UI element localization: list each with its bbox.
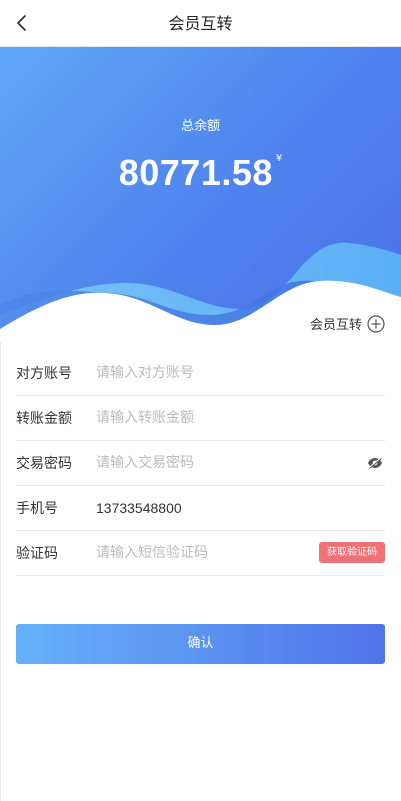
target-account-input[interactable] — [96, 362, 385, 384]
top-nav-bar: 会员互转 — [0, 0, 401, 47]
phone-label: 手机号 — [16, 501, 58, 517]
eye-hidden-icon[interactable] — [367, 457, 383, 469]
plus-circle-icon[interactable] — [367, 314, 385, 333]
trade-password-input[interactable] — [96, 452, 385, 474]
transfer-amount-label: 转账金额 — [16, 411, 72, 427]
row-transfer-amount: 转账金额 — [16, 396, 385, 441]
page-title: 会员互转 — [168, 14, 233, 33]
row-phone: 手机号 13733548800 — [16, 486, 385, 531]
balance-display: 80771.58 ¥ — [0, 151, 401, 195]
trade-password-label: 交易密码 — [16, 456, 72, 472]
total-balance-label: 总余额 — [180, 119, 220, 134]
phone-value: 13733548800 — [96, 500, 182, 516]
row-target-account: 对方账号 — [16, 351, 385, 396]
total-balance-amount: 80771.58 — [118, 152, 273, 193]
member-transfer-link[interactable]: 会员互转 — [310, 314, 385, 333]
balance-banner: 总余额 80771.58 ¥ — [0, 47, 401, 342]
currency-unit: ¥ — [275, 153, 283, 164]
target-account-label: 对方账号 — [16, 366, 72, 382]
verify-code-label: 验证码 — [16, 546, 58, 562]
member-transfer-label: 会员互转 — [309, 318, 362, 333]
row-trade-password: 交易密码 — [16, 441, 385, 486]
transfer-form: 对方账号 转账金额 交易密码 手机号 13733548800 验证码 获取验证码 — [16, 351, 385, 576]
transfer-page: 会员互转 总余额 80771.58 ¥ 会员互转 对方账号 请输入对方账号 转账… — [0, 0, 401, 801]
transfer-amount-input[interactable] — [96, 407, 385, 429]
row-verify-code: 验证码 获取验证码 — [16, 531, 385, 576]
get-code-button[interactable]: 获取验证码 — [319, 542, 385, 563]
confirm-button[interactable]: 确认 — [16, 624, 385, 664]
